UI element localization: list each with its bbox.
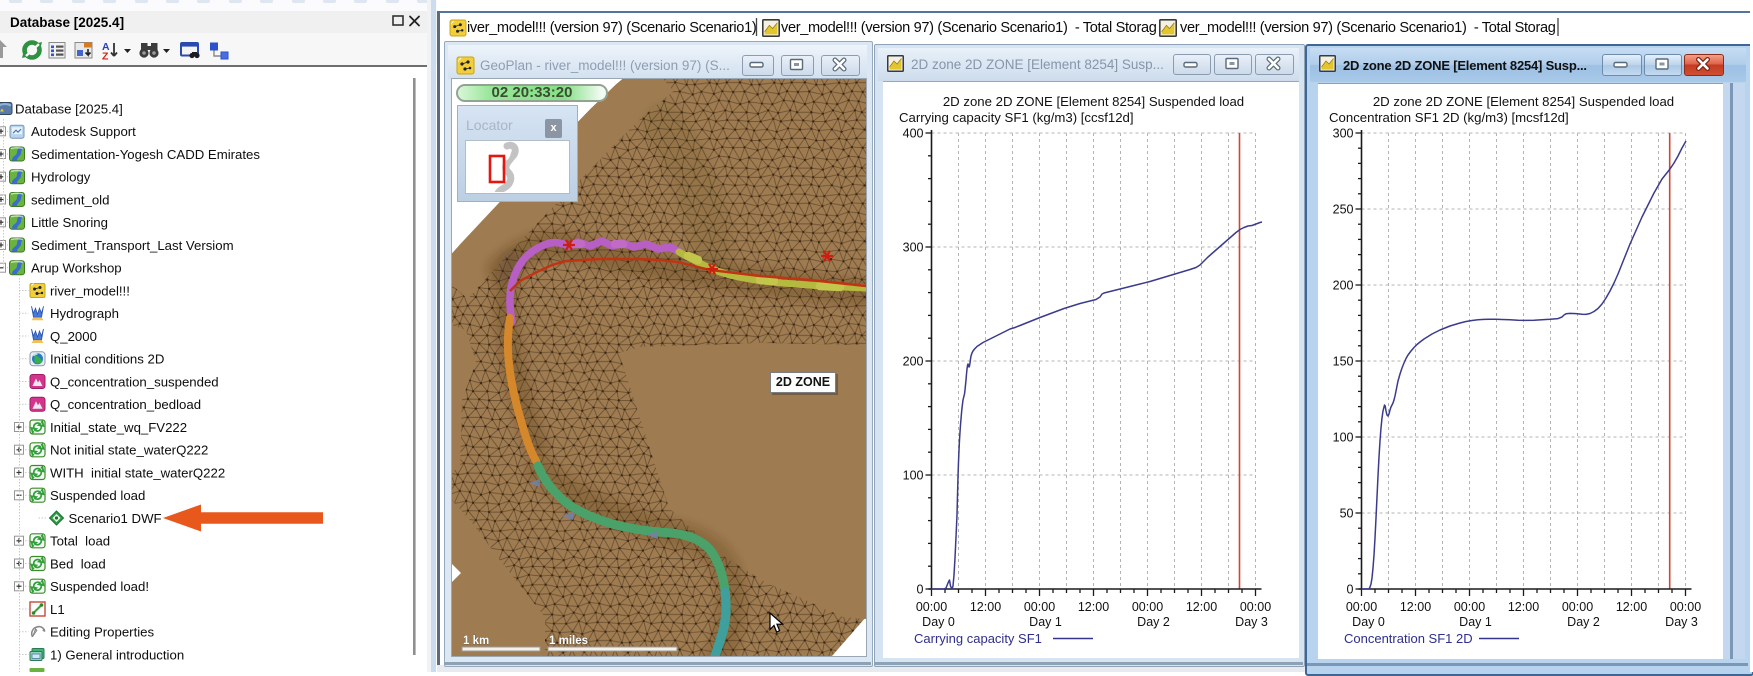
svg-text:12:00: 12:00: [1078, 600, 1109, 614]
svg-text:00:00: 00:00: [1670, 600, 1701, 614]
svg-text:200: 200: [1333, 279, 1354, 293]
svg-text:2D zone 2D ZONE [Element 8254]: 2D zone 2D ZONE [Element 8254] Suspended…: [1373, 94, 1674, 109]
svg-text:Day 0: Day 0: [1352, 615, 1385, 629]
svg-text:Day 3: Day 3: [1665, 615, 1698, 629]
svg-text:50: 50: [1340, 507, 1354, 521]
svg-text:Day 2: Day 2: [1137, 615, 1170, 629]
svg-text:0: 0: [917, 583, 924, 597]
svg-text:Z: Z: [102, 51, 109, 63]
svg-text:Sedimentation-Yogesh CADD Emir: Sedimentation-Yogesh CADD Emirates: [31, 147, 260, 162]
svg-text:Sediment_Transport_Last Versio: Sediment_Transport_Last Versiom: [31, 238, 234, 253]
svg-text:00:00: 00:00: [1024, 600, 1055, 614]
svg-text:1 km: 1 km: [463, 635, 489, 647]
svg-text:Hydrograph: Hydrograph: [50, 306, 119, 321]
svg-text:Autodesk Support: Autodesk Support: [31, 124, 136, 139]
svg-text:sediment_old: sediment_old: [31, 192, 109, 207]
svg-text:Day 1: Day 1: [1029, 615, 1062, 629]
svg-text:00:00: 00:00: [1562, 600, 1593, 614]
svg-text:Day 1: Day 1: [1459, 615, 1492, 629]
svg-text:Database [2025.4]: Database [2025.4]: [10, 15, 124, 30]
svg-text:Suspended load: Suspended load: [50, 488, 145, 503]
svg-text:Hydrology: Hydrology: [31, 170, 91, 185]
svg-text:river_model!!!: river_model!!!: [50, 283, 130, 298]
svg-text:Initial_state_wq_FV222: Initial_state_wq_FV222: [50, 420, 187, 435]
svg-text:Carrying capacity SF1: Carrying capacity SF1: [914, 631, 1042, 646]
svg-text:2D zone 2D ZONE [Element 8254]: 2D zone 2D ZONE [Element 8254] Suspended…: [943, 94, 1244, 109]
svg-text:Editing Properties: Editing Properties: [50, 625, 154, 640]
svg-text:Suspended load!: Suspended load!: [50, 579, 149, 594]
svg-text:iver_model!!! (version 97) (Sc: iver_model!!! (version 97) (Scenario Sce…: [467, 20, 756, 36]
svg-text:12:00: 12:00: [1616, 600, 1647, 614]
svg-text:00:00: 00:00: [916, 600, 947, 614]
svg-text:Database [2025.4]: Database [2025.4]: [15, 101, 123, 116]
svg-text:L1: L1: [50, 602, 65, 617]
svg-text:250: 250: [1333, 203, 1354, 217]
svg-text:1 miles: 1 miles: [549, 635, 588, 647]
svg-text:100: 100: [903, 469, 924, 483]
svg-text:300: 300: [1333, 127, 1354, 141]
svg-text:12:00: 12:00: [1186, 600, 1217, 614]
svg-text:12:00: 12:00: [1400, 600, 1431, 614]
svg-text:2D zone 2D ZONE [Element 8254]: 2D zone 2D ZONE [Element 8254] Susp...: [911, 57, 1164, 72]
svg-text:Not initial state_waterQ222: Not initial state_waterQ222: [50, 443, 208, 458]
svg-text:00:00: 00:00: [1454, 600, 1485, 614]
svg-text:400: 400: [903, 127, 924, 141]
svg-text:100: 100: [1333, 431, 1354, 445]
svg-text:300: 300: [903, 241, 924, 255]
svg-text:00:00: 00:00: [1346, 600, 1377, 614]
svg-text:ver_model!!! (version 97) (Sce: ver_model!!! (version 97) (Scenario Scen…: [1180, 20, 1556, 36]
svg-text:00:00: 00:00: [1240, 600, 1271, 614]
svg-text:Q_concentration_bedload: Q_concentration_bedload: [50, 397, 201, 412]
svg-text:Total load: Total load: [50, 534, 110, 549]
svg-text:Day 3: Day 3: [1235, 615, 1268, 629]
svg-text:Day 2: Day 2: [1567, 615, 1600, 629]
svg-text:WITH initial state_waterQ222: WITH initial state_waterQ222: [50, 465, 225, 480]
svg-text:1) General introduction: 1) General introduction: [50, 647, 184, 662]
svg-text:00:00: 00:00: [1132, 600, 1163, 614]
svg-text:ver_model!!! (version 97) (Sce: ver_model!!! (version 97) (Scenario Scen…: [781, 20, 1157, 36]
svg-text:Day 0: Day 0: [922, 615, 955, 629]
svg-text:Arup Workshop: Arup Workshop: [31, 261, 122, 276]
svg-text:200: 200: [903, 355, 924, 369]
svg-text:Carrying capacity SF1 (kg/m3): Carrying capacity SF1 (kg/m3) [ccsf12d]: [899, 110, 1134, 125]
svg-text:GeoPlan - river_model!!! (vers: GeoPlan - river_model!!! (version 97) (S…: [480, 58, 730, 73]
svg-text:150: 150: [1333, 355, 1354, 369]
svg-text:2D zone 2D ZONE [Element 8254]: 2D zone 2D ZONE [Element 8254] Susp...: [1343, 58, 1587, 73]
svg-text:Little Snoring: Little Snoring: [31, 215, 108, 230]
svg-text:12:00: 12:00: [970, 600, 1001, 614]
svg-text:Bed load: Bed load: [50, 556, 106, 571]
svg-text:0: 0: [1347, 583, 1354, 597]
svg-text:Q_2000: Q_2000: [50, 329, 97, 344]
svg-text:Concentration SF1 2D: Concentration SF1 2D: [1344, 631, 1473, 646]
svg-text:Scenario1 DWF: Scenario1 DWF: [69, 511, 162, 526]
svg-text:12:00: 12:00: [1508, 600, 1539, 614]
svg-text:Concentration SF1 2D (kg/m3) [: Concentration SF1 2D (kg/m3) [mcsf12d]: [1329, 110, 1569, 125]
svg-text:Initial conditions 2D: Initial conditions 2D: [50, 352, 164, 367]
svg-text:Q_concentration_suspended: Q_concentration_suspended: [50, 374, 219, 389]
